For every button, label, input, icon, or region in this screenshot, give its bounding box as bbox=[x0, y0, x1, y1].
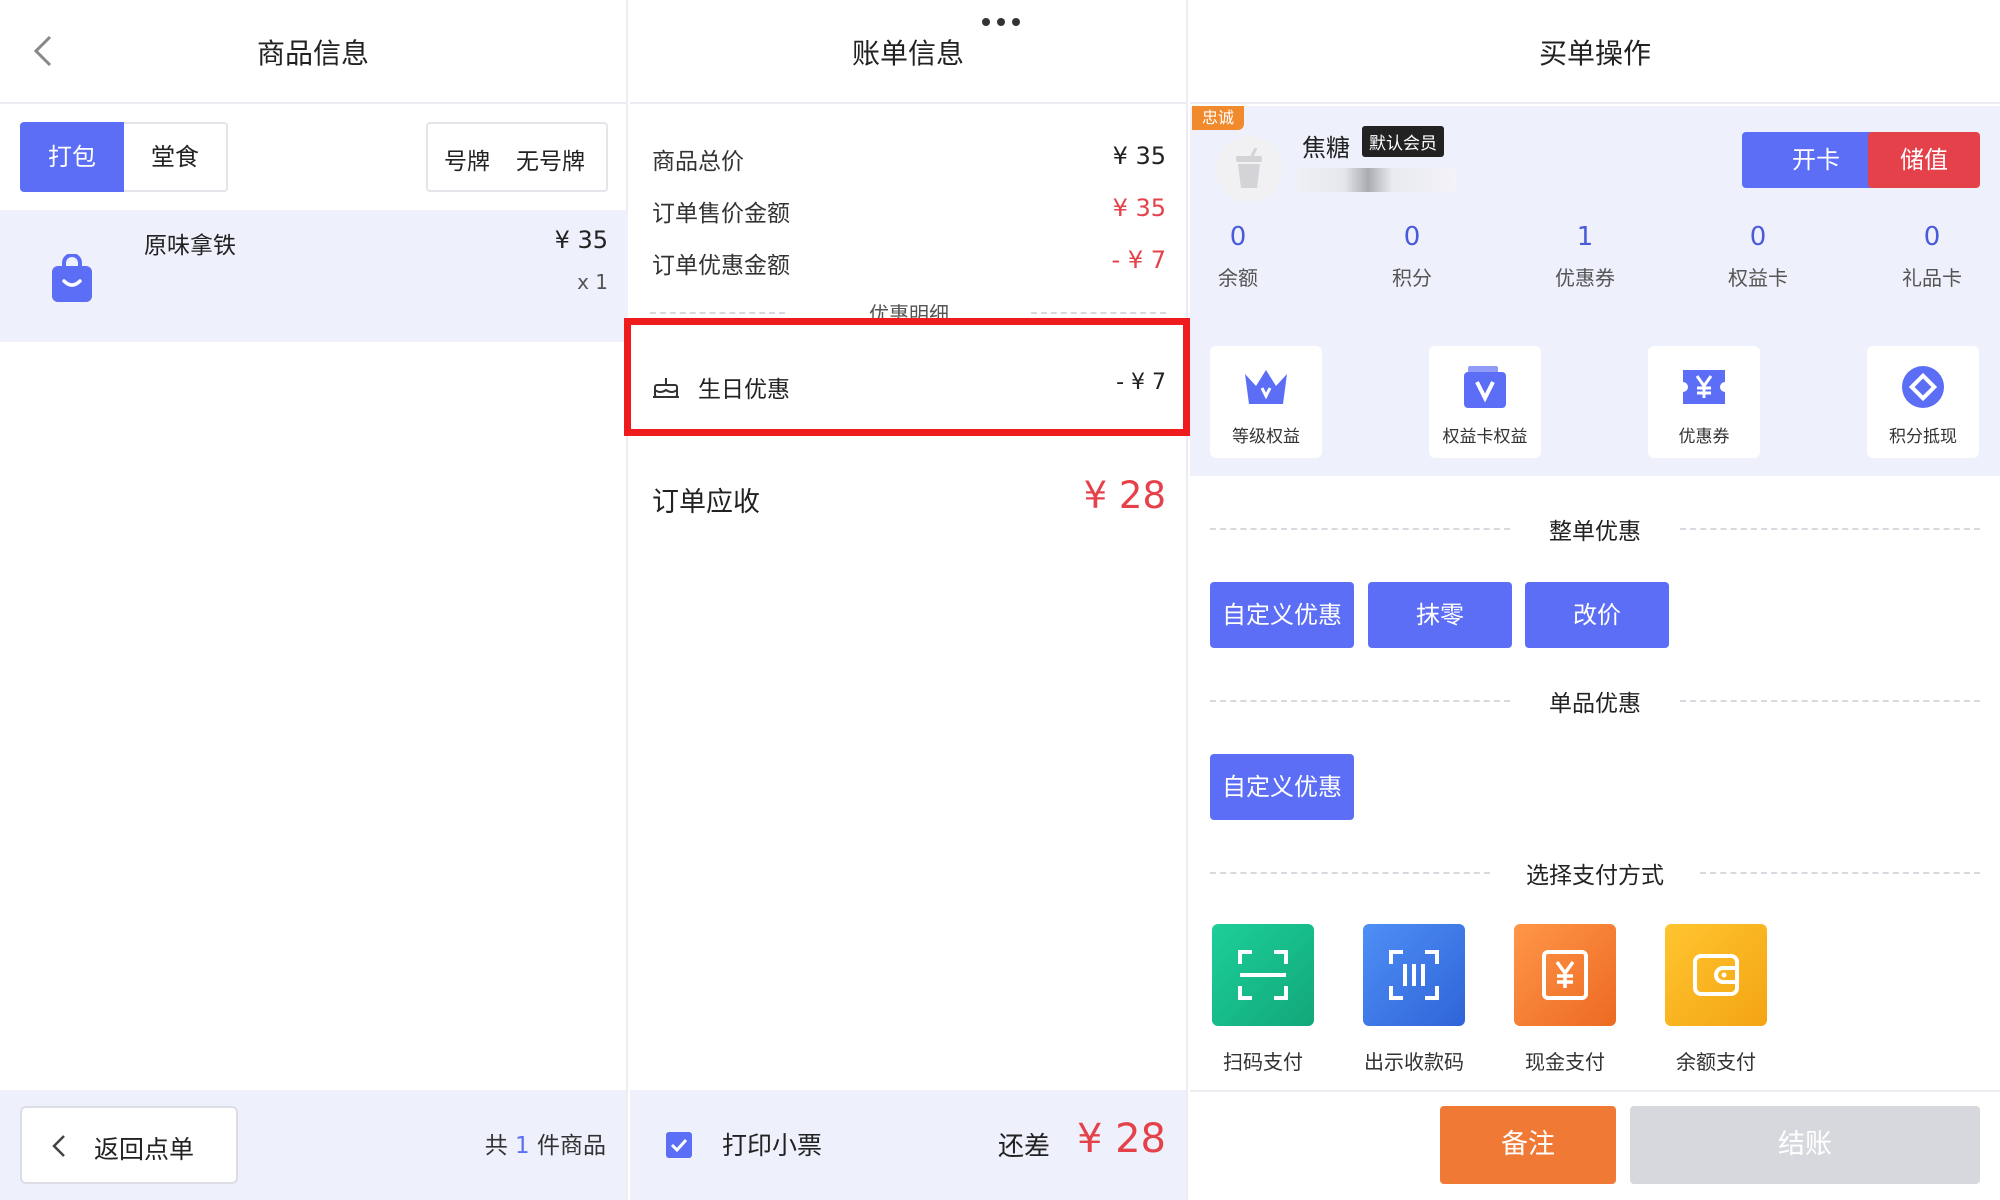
stat-rights-card-label: 权益卡 bbox=[1728, 266, 1788, 290]
item-count-value: 1 bbox=[515, 1133, 530, 1159]
show-code-label: 出示收款码 bbox=[1364, 1050, 1464, 1074]
item-name: 原味拿铁 bbox=[144, 233, 236, 259]
avatar bbox=[1216, 136, 1282, 202]
scan-pay-button[interactable] bbox=[1212, 924, 1314, 1026]
level-rights-label: 等级权益 bbox=[1232, 427, 1300, 447]
wallet-icon bbox=[1693, 954, 1739, 996]
checkout-button[interactable]: 结账 bbox=[1630, 1106, 1980, 1184]
back-to-order-label: 返回点单 bbox=[94, 1135, 195, 1164]
product-header: 商品信息 bbox=[0, 0, 626, 104]
bill-header: 账单信息 bbox=[630, 0, 1186, 104]
blurred-phone bbox=[1296, 168, 1456, 192]
print-receipt-label: 打印小票 bbox=[722, 1131, 823, 1160]
change-price-button[interactable]: 改价 bbox=[1525, 582, 1669, 648]
balance-pay-button[interactable] bbox=[1665, 924, 1767, 1026]
stat-gift-card-label: 礼品卡 bbox=[1902, 266, 1962, 290]
page-title: 商品信息 bbox=[256, 37, 369, 70]
divider bbox=[1190, 1090, 2000, 1092]
custom-discount-button[interactable]: 自定义优惠 bbox=[1210, 582, 1354, 648]
rights-card-label: 权益卡权益 bbox=[1442, 427, 1528, 447]
stat-rights-card-value[interactable]: 0 bbox=[1698, 222, 1818, 252]
stat-points-value[interactable]: 0 bbox=[1352, 222, 1472, 252]
crown-icon bbox=[1245, 370, 1287, 404]
stat-balance-label: 余额 bbox=[1218, 266, 1258, 290]
check-icon bbox=[670, 1138, 688, 1153]
bag-icon bbox=[52, 254, 92, 302]
sale-amount-value: ¥ 35 bbox=[1112, 194, 1166, 222]
left-bottom-bar: 返回点单 共 1 件商品 bbox=[0, 1090, 626, 1200]
plate-value: 无号牌 bbox=[516, 149, 585, 175]
balance-pay-label: 余额支付 bbox=[1676, 1050, 1756, 1074]
item-price: ¥ 35 bbox=[554, 226, 608, 254]
sale-amount-label: 订单售价金额 bbox=[652, 201, 790, 227]
item-qty: x 1 bbox=[577, 270, 608, 294]
round-off-button[interactable]: 抹零 bbox=[1368, 582, 1512, 648]
card-v-icon bbox=[1464, 366, 1506, 408]
points-redeem-tile[interactable]: 积分抵现 bbox=[1867, 346, 1979, 458]
rights-card-tile[interactable]: 权益卡权益 bbox=[1429, 346, 1541, 458]
back-to-order-button[interactable]: 返回点单 bbox=[20, 1106, 238, 1184]
diamond-icon bbox=[1902, 366, 1944, 408]
recharge-button[interactable]: 储值 bbox=[1868, 132, 1980, 188]
item-count: 共 1 件商品 bbox=[485, 1126, 606, 1160]
middle-bottom-bar: 打印小票 还差 ¥ 28 bbox=[630, 1090, 1186, 1200]
discount-amount-label: 订单优惠金额 bbox=[652, 253, 790, 279]
cash-pay-label: 现金支付 bbox=[1525, 1050, 1605, 1074]
item-count-suffix: 件商品 bbox=[537, 1133, 606, 1159]
member-card: 忠诚 焦糖 默认会员 开卡 储值 0 余额 0 积分 1 优惠券 0 权益卡 0… bbox=[1190, 106, 2000, 326]
total-price-value: ¥ 35 bbox=[1112, 142, 1166, 170]
stat-coupons-label: 优惠券 bbox=[1555, 266, 1615, 290]
coupon-label: 优惠券 bbox=[1678, 427, 1730, 447]
balance-label: 还差 bbox=[998, 1132, 1051, 1162]
balance-value: ¥ 28 bbox=[1076, 1116, 1166, 1162]
scan-pay-label: 扫码支付 bbox=[1223, 1050, 1303, 1074]
receivable-value: ¥ 28 bbox=[1083, 474, 1166, 517]
cup-icon bbox=[1236, 148, 1262, 188]
cash-icon bbox=[1542, 950, 1588, 1000]
product-panel: 商品信息 打包 堂食 号牌 无号牌 原味拿铁 ¥ 35 x 1 返回点单 共 1… bbox=[0, 0, 628, 1200]
tab-dine-in[interactable]: 堂食 bbox=[124, 122, 228, 192]
stat-coupons-value[interactable]: 1 bbox=[1525, 222, 1645, 252]
member-level-tag: 忠诚 bbox=[1192, 106, 1244, 130]
plate-selector[interactable]: 号牌 无号牌 bbox=[426, 122, 608, 192]
stat-points-label: 积分 bbox=[1392, 266, 1432, 290]
divider bbox=[1680, 700, 1980, 702]
tab-takeaway[interactable]: 打包 bbox=[20, 122, 124, 192]
discount-detail-header: 优惠明细 bbox=[869, 302, 949, 320]
discount-amount-value: - ¥ 7 bbox=[1111, 246, 1166, 274]
scan-icon bbox=[1238, 950, 1288, 1000]
divider bbox=[1031, 312, 1166, 314]
bill-title: 账单信息 bbox=[851, 37, 964, 70]
barcode-icon bbox=[1389, 950, 1439, 1000]
coupon-icon bbox=[1683, 370, 1725, 404]
divider bbox=[1680, 528, 1980, 530]
total-price-label: 商品总价 bbox=[652, 149, 744, 175]
bill-panel: 账单信息 商品总价 ¥ 35 订单售价金额 ¥ 35 订单优惠金额 - ¥ 7 … bbox=[624, 0, 1190, 1200]
receivable-label: 订单应收 bbox=[652, 487, 760, 518]
plate-label: 号牌 bbox=[444, 149, 490, 175]
list-item[interactable]: 原味拿铁 ¥ 35 x 1 bbox=[0, 210, 628, 342]
points-redeem-label: 积分抵现 bbox=[1889, 427, 1957, 447]
stat-balance-value[interactable]: 0 bbox=[1178, 222, 1298, 252]
show-code-button[interactable] bbox=[1363, 924, 1465, 1026]
note-button[interactable]: 备注 bbox=[1440, 1106, 1616, 1184]
cash-pay-button[interactable] bbox=[1514, 924, 1616, 1026]
member-name: 焦糖 bbox=[1302, 134, 1350, 162]
member-badge: 默认会员 bbox=[1362, 126, 1444, 157]
highlight-box bbox=[624, 318, 1190, 436]
chevron-left-icon bbox=[52, 1135, 65, 1157]
level-rights-tile[interactable]: 等级权益 bbox=[1210, 346, 1322, 458]
checkout-header: 买单操作 bbox=[1190, 0, 2000, 104]
print-receipt-checkbox[interactable] bbox=[666, 1132, 692, 1158]
stat-gift-card-value[interactable]: 0 bbox=[1872, 222, 1992, 252]
item-custom-discount-button[interactable]: 自定义优惠 bbox=[1210, 754, 1354, 820]
coupon-tile[interactable]: 优惠券 bbox=[1648, 346, 1760, 458]
item-count-prefix: 共 bbox=[484, 1133, 508, 1159]
checkout-title: 买单操作 bbox=[1538, 37, 1651, 70]
checkout-panel: 买单操作 忠诚 焦糖 默认会员 开卡 储值 0 余额 0 积分 1 优惠券 0 … bbox=[1190, 0, 2000, 1200]
more-icon[interactable] bbox=[982, 18, 1022, 30]
divider bbox=[1700, 872, 1980, 874]
